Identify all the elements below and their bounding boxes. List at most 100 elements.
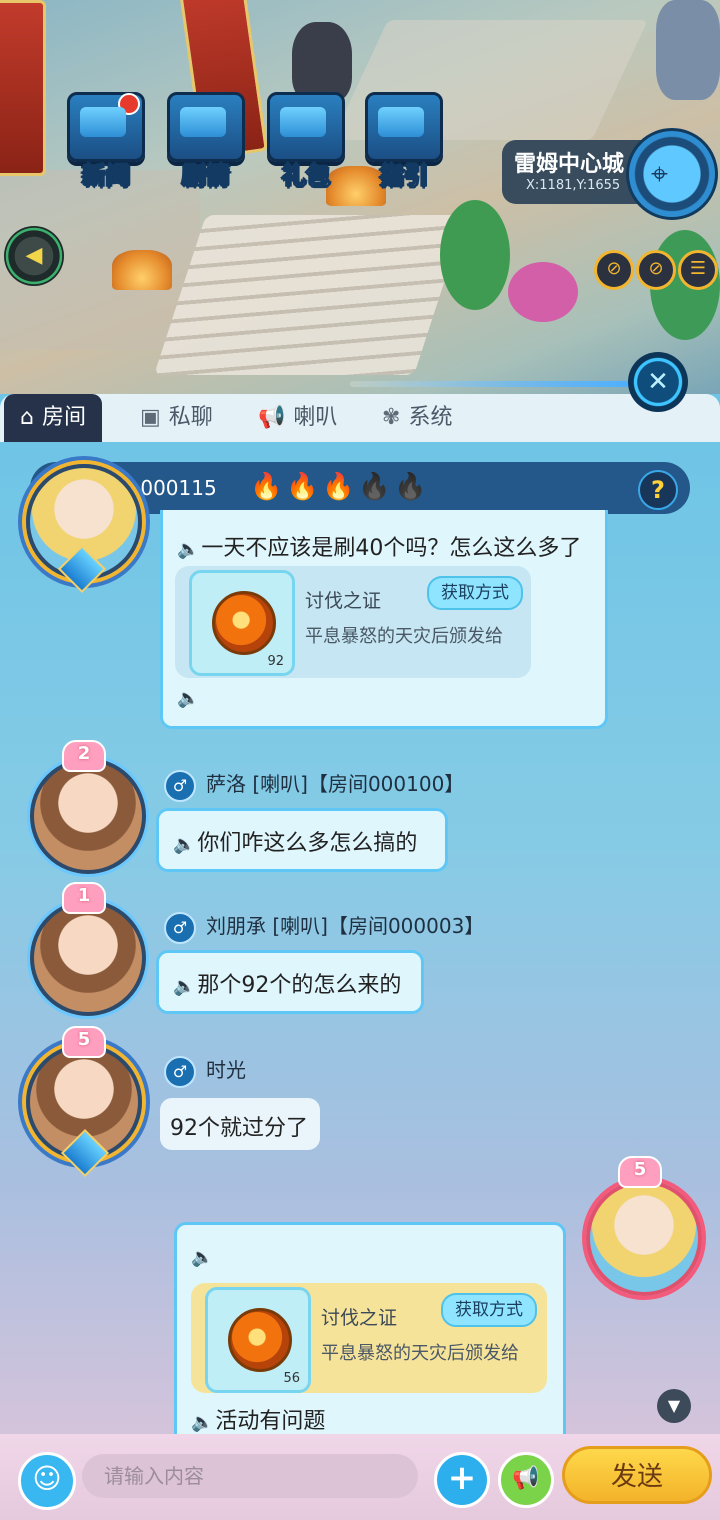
flame-icon: 🔥 [286,472,319,502]
item-card[interactable]: 56 讨伐之证 平息暴怒的天灾后颁发给 获取方式 [191,1283,547,1393]
horn-button[interactable]: 📢 [498,1452,554,1508]
tab-system[interactable]: ✾ 系统 [382,394,452,442]
menu-list-button[interactable]: ☰ [678,250,718,290]
location-coords: X:1181,Y:1655 [526,178,621,193]
add-item-button[interactable]: + [434,1452,490,1508]
message-text: 🔈一天不应该是刷40个吗？怎么这么多了 [177,536,582,561]
flower-bush [508,262,578,322]
plus-icon: + [447,1458,477,1498]
flame-ornament [112,250,172,290]
horn-icon: 📢 [258,405,286,430]
mute-music-button[interactable]: ⊘ [636,250,676,290]
map-button[interactable]: ⌖ [626,128,718,220]
message-text: 🔈你们咋这么多怎么搞的 [173,831,418,856]
red-banner [0,0,46,176]
progress-line [350,381,630,387]
speaker-icon: 🔈 [191,1412,214,1433]
game-scene: 新闻 剧情 礼包 指引 雷姆中心城 X:1181,Y:1655 ⌖ ⊘ ⊘ ☰ … [0,0,720,420]
smiley-icon: ☺ [32,1462,62,1495]
message-text: 🔈那个92个的怎么来的 [173,973,402,998]
stone-stairs [154,215,466,375]
tab-private-chat[interactable]: ▣ 私聊 [140,394,213,442]
gift-icon [267,92,345,162]
pet-creature [292,22,352,102]
speaker-icon: 🔈 [177,688,200,709]
scroll-to-bottom-button[interactable]: ▼ [657,1389,691,1423]
avatar[interactable] [30,900,146,1016]
flame-empty-icon: 🔥 [394,472,427,502]
tab-system-label: 系统 [408,405,453,430]
chevron-down-icon: ▼ [667,1396,681,1415]
story-button[interactable]: 剧情 [158,92,254,192]
message-text: 92个就过分了 [170,1116,308,1141]
monitor-icon: ▣ [140,405,161,430]
speaker-icon: 🔈 [173,834,196,855]
gender-icon: ♂ [164,911,196,944]
story-icon [167,92,245,162]
message-input[interactable] [82,1454,418,1498]
tab-horn[interactable]: 📢 喇叭 [258,394,337,442]
item-card[interactable]: 92 讨伐之证 平息暴怒的天灾后颁发给 获取方式 [175,566,531,678]
flame-icon: 🔥 [322,472,355,502]
gender-icon: ♂ [164,769,196,802]
gift-button[interactable]: 礼包 [258,92,354,192]
eye-orb-icon [212,591,276,655]
question-icon: ? [651,476,665,504]
gender-icon: ♂ [164,1055,196,1088]
close-icon: ✕ [647,367,669,397]
message-bubble: 🔈一天不应该是刷40个吗？怎么这么多了 92 讨伐之证 平息暴怒的天灾后颁发给 … [160,510,608,729]
news-button[interactable]: 新闻 [58,92,154,192]
input-bar: ☺ + 📢 发送 [0,1434,720,1520]
guide-label: 指引 [380,162,429,191]
level-badge: 2 [62,740,106,772]
send-button[interactable]: 发送 [562,1446,712,1504]
item-desc: 平息暴怒的天灾后颁发给 [305,626,503,647]
item-icon: 92 [189,570,295,676]
item-name: 讨伐之证 [321,1307,398,1329]
message-bubble: 92个就过分了 [160,1098,320,1150]
self-avatar[interactable] [586,1180,702,1296]
tree [440,200,510,310]
no-music-icon: ⊘ [648,258,664,279]
speaker-icon: 🔈 [177,539,200,560]
close-chat-button[interactable]: ✕ [628,352,688,412]
house-icon: ⌂ [20,405,34,430]
left-arrow-icon: ◀ [25,243,43,268]
news-label: 新闻 [82,162,131,191]
avatar[interactable] [30,758,146,874]
message-bubble: 🔈那个92个的怎么来的 [156,950,424,1014]
message-bubble: 🔈 56 讨伐之证 平息暴怒的天灾后颁发给 获取方式 🔈活动有问题 [174,1222,566,1439]
help-button[interactable]: ? [638,470,678,510]
list-icon: ☰ [689,258,707,279]
chat-tabs: ⌂ 房间 ▣ 私聊 📢 喇叭 ✾ 系统 [0,394,720,442]
sender-name: ♂ 刘朋承 [喇叭]【房间000003】 [164,910,484,944]
flame-icon: 🔥 [250,472,283,502]
location-name: 雷姆中心城 [514,152,625,177]
item-desc: 平息暴怒的天灾后颁发给 [321,1343,519,1364]
level-badge: 5 [62,1026,106,1058]
notification-dot [118,93,140,115]
eye-orb-icon [228,1308,292,1372]
story-label: 剧情 [182,162,231,191]
sender-name: ♂ 时光 [164,1054,246,1088]
mute-sound-button[interactable]: ⊘ [594,250,634,290]
guide-icon [365,92,443,162]
get-method-button[interactable]: 获取方式 [427,576,523,610]
news-icon [67,92,145,162]
tab-horn-label: 喇叭 [293,405,338,430]
collapse-button[interactable]: ◀ [4,226,64,286]
level-badge: 5 [618,1156,662,1188]
speaker-icon: 🔈 [191,1247,214,1268]
speaker-icon: 🔈 [173,976,196,997]
emoji-button[interactable]: ☺ [18,1452,76,1510]
message-text: 🔈活动有问题 [191,1409,326,1434]
item-count: 56 [283,1371,300,1386]
message-bubble: 🔈你们咋这么多怎么搞的 [156,808,448,872]
item-name: 讨伐之证 [305,590,382,612]
gift-label: 礼包 [282,162,331,191]
tab-room[interactable]: ⌂ 房间 [4,394,102,442]
guide-button[interactable]: 指引 [356,92,452,192]
no-sound-icon: ⊘ [606,258,622,279]
item-icon: 56 [205,1287,311,1393]
get-method-button[interactable]: 获取方式 [441,1293,537,1327]
